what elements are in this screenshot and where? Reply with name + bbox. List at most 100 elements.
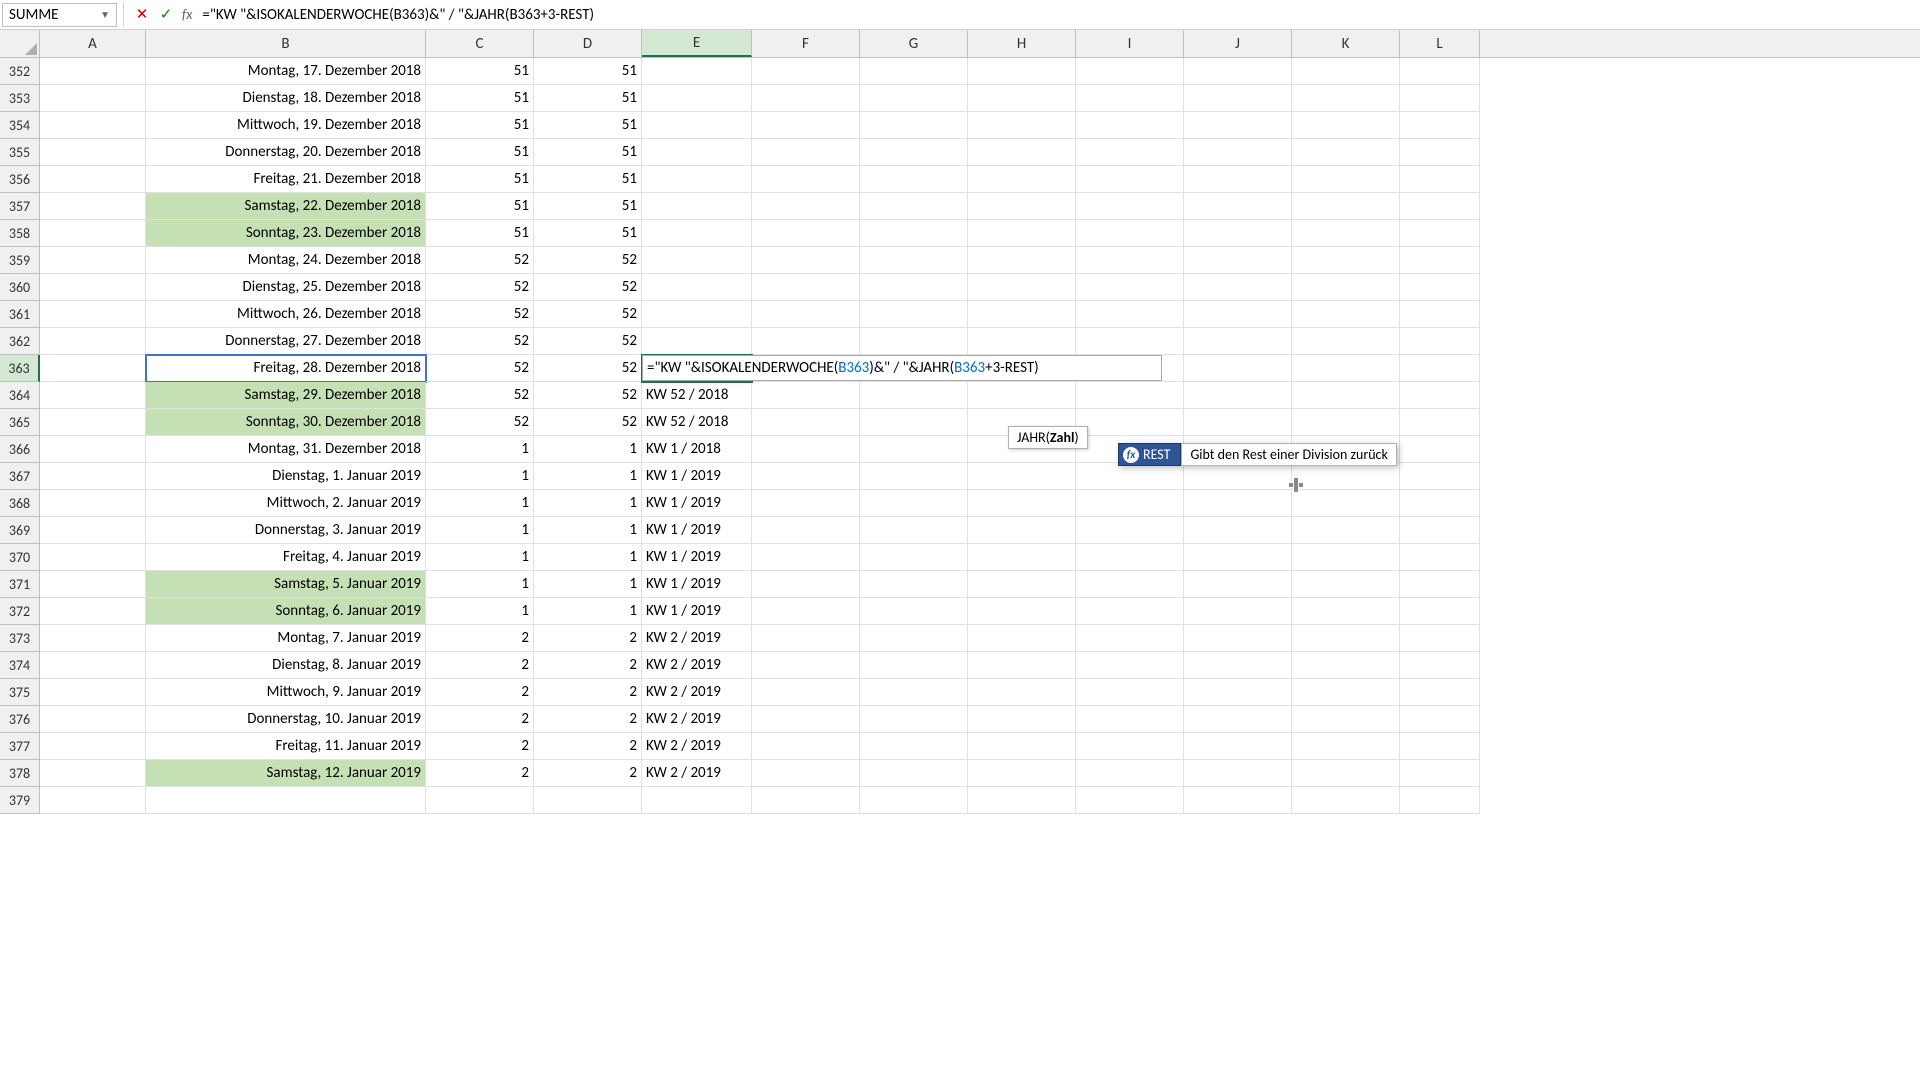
cell[interactable] [1076, 598, 1184, 625]
cell[interactable]: 1 [426, 490, 534, 517]
cell[interactable] [426, 787, 534, 814]
cell[interactable] [40, 166, 146, 193]
cell[interactable]: 1 [534, 436, 642, 463]
cell[interactable] [752, 544, 860, 571]
cell-date[interactable]: Montag, 17. Dezember 2018 [146, 58, 426, 85]
row-header[interactable]: 357 [0, 193, 40, 220]
column-header-F[interactable]: F [752, 30, 860, 57]
cell[interactable] [1184, 328, 1292, 355]
cell[interactable]: KW 1 / 2019 [642, 544, 752, 571]
cell[interactable] [1184, 652, 1292, 679]
cell[interactable]: 51 [534, 112, 642, 139]
cell[interactable] [40, 328, 146, 355]
cell[interactable]: KW 2 / 2019 [642, 733, 752, 760]
cell[interactable] [1076, 625, 1184, 652]
cell[interactable] [642, 787, 752, 814]
cell[interactable] [40, 733, 146, 760]
cell[interactable] [752, 760, 860, 787]
row-header[interactable]: 367 [0, 463, 40, 490]
cell[interactable] [860, 571, 968, 598]
cell[interactable] [860, 301, 968, 328]
cell-date[interactable]: Donnerstag, 27. Dezember 2018 [146, 328, 426, 355]
cell[interactable]: ="KW "&ISOKALENDERWOCHE(B363)&" / "&JAHR… [642, 355, 752, 382]
cell[interactable] [40, 193, 146, 220]
cell[interactable] [752, 247, 860, 274]
cell[interactable]: 51 [534, 139, 642, 166]
cell[interactable]: 51 [426, 220, 534, 247]
cell-date[interactable]: Dienstag, 18. Dezember 2018 [146, 85, 426, 112]
cell[interactable] [968, 706, 1076, 733]
row-header[interactable]: 355 [0, 139, 40, 166]
cell[interactable] [860, 679, 968, 706]
cell[interactable]: 52 [426, 274, 534, 301]
cell[interactable]: 2 [534, 652, 642, 679]
cell[interactable] [1292, 760, 1400, 787]
cell[interactable] [1400, 625, 1480, 652]
cell[interactable] [1292, 544, 1400, 571]
cell[interactable] [40, 85, 146, 112]
cell[interactable]: KW 2 / 2019 [642, 760, 752, 787]
cell[interactable] [1292, 598, 1400, 625]
column-header-L[interactable]: L [1400, 30, 1480, 57]
cell[interactable] [1184, 85, 1292, 112]
cell[interactable] [1400, 490, 1480, 517]
cell-date[interactable]: Freitag, 11. Januar 2019 [146, 733, 426, 760]
column-header-B[interactable]: B [146, 30, 426, 57]
cell[interactable] [860, 220, 968, 247]
cell[interactable] [1076, 544, 1184, 571]
cell[interactable] [642, 166, 752, 193]
cell[interactable]: KW 1 / 2018 [642, 436, 752, 463]
cell-date[interactable]: Freitag, 21. Dezember 2018 [146, 166, 426, 193]
cell[interactable] [1292, 355, 1400, 382]
cell[interactable] [1076, 85, 1184, 112]
cell[interactable] [1292, 463, 1400, 490]
cell[interactable] [1076, 247, 1184, 274]
cell[interactable] [1292, 652, 1400, 679]
cell[interactable]: 51 [426, 166, 534, 193]
cell[interactable]: 2 [534, 733, 642, 760]
cell-date[interactable]: Samstag, 29. Dezember 2018 [146, 382, 426, 409]
cell[interactable] [1400, 355, 1480, 382]
cell[interactable] [968, 220, 1076, 247]
cell[interactable]: 2 [426, 652, 534, 679]
row-header[interactable]: 372 [0, 598, 40, 625]
cell[interactable] [40, 463, 146, 490]
row-header[interactable]: 353 [0, 85, 40, 112]
cell-date[interactable]: Donnerstag, 3. Januar 2019 [146, 517, 426, 544]
cell[interactable] [1076, 490, 1184, 517]
cell-date[interactable]: Dienstag, 25. Dezember 2018 [146, 274, 426, 301]
cell[interactable] [1400, 463, 1480, 490]
cell[interactable] [968, 679, 1076, 706]
cell-date[interactable]: Sonntag, 30. Dezember 2018 [146, 409, 426, 436]
cell[interactable] [1076, 409, 1184, 436]
cell-date[interactable]: Freitag, 4. Januar 2019 [146, 544, 426, 571]
cell[interactable] [752, 490, 860, 517]
cell-date[interactable]: Dienstag, 8. Januar 2019 [146, 652, 426, 679]
cell[interactable] [1400, 193, 1480, 220]
cell[interactable] [1400, 598, 1480, 625]
cell[interactable] [642, 247, 752, 274]
cell-date[interactable]: Samstag, 22. Dezember 2018 [146, 193, 426, 220]
cell[interactable] [1076, 274, 1184, 301]
cell[interactable] [1184, 787, 1292, 814]
cell[interactable] [1184, 220, 1292, 247]
cell[interactable]: 2 [426, 733, 534, 760]
cell[interactable]: 51 [426, 58, 534, 85]
cell[interactable] [860, 382, 968, 409]
cell[interactable] [1184, 490, 1292, 517]
cell[interactable] [642, 58, 752, 85]
cell[interactable] [860, 409, 968, 436]
cell[interactable]: 1 [426, 517, 534, 544]
cell[interactable] [968, 652, 1076, 679]
cell-date[interactable]: Samstag, 12. Januar 2019 [146, 760, 426, 787]
cell[interactable]: KW 1 / 2019 [642, 571, 752, 598]
cell[interactable] [1184, 274, 1292, 301]
cell[interactable] [40, 274, 146, 301]
cell-date[interactable]: Montag, 7. Januar 2019 [146, 625, 426, 652]
cell[interactable]: 1 [534, 598, 642, 625]
cell[interactable] [40, 301, 146, 328]
cell[interactable] [860, 112, 968, 139]
cell[interactable] [1400, 139, 1480, 166]
row-header[interactable]: 371 [0, 571, 40, 598]
cell[interactable] [752, 220, 860, 247]
